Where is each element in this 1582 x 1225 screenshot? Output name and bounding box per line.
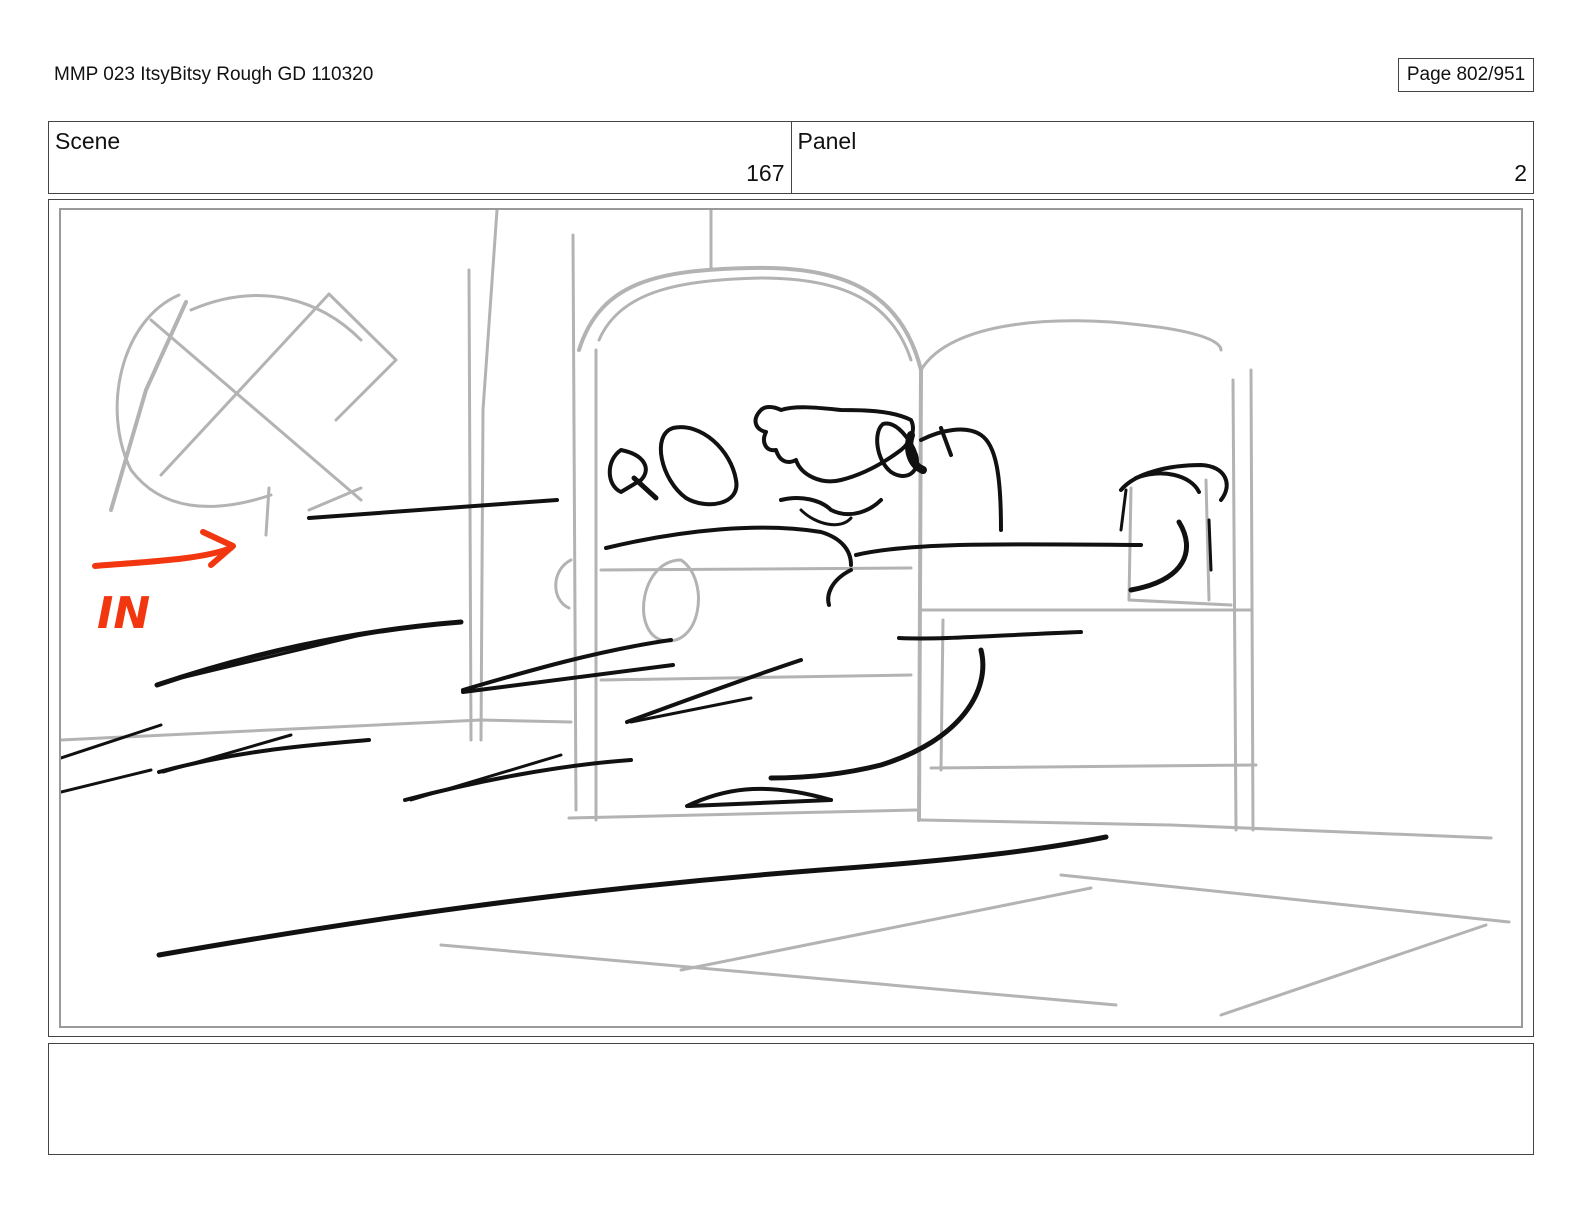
- document-title: MMP 023 ItsyBitsy Rough GD 110320: [54, 64, 374, 85]
- scene-panel-row: Scene 167 Panel 2: [48, 121, 1534, 194]
- right-arrow-icon: [92, 529, 236, 569]
- storyboard-frame: IN: [48, 199, 1534, 1037]
- panel-cell: Panel 2: [790, 122, 1534, 193]
- annotation-label: IN: [97, 588, 150, 639]
- scene-number: 167: [746, 160, 785, 186]
- page-number-box: Page 802/951: [1398, 58, 1534, 92]
- direction-annotation: IN: [92, 529, 236, 639]
- storyboard-drawing-area: IN: [59, 208, 1523, 1028]
- panel-label: Panel: [797, 128, 857, 154]
- panel-notes-box: [48, 1043, 1534, 1155]
- panel-number: 2: [1514, 160, 1527, 186]
- storyboard-sketch: IN: [61, 210, 1511, 1017]
- background-sketch: [61, 210, 1511, 1017]
- scene-cell: Scene 167: [49, 122, 791, 193]
- scene-label: Scene: [55, 128, 121, 154]
